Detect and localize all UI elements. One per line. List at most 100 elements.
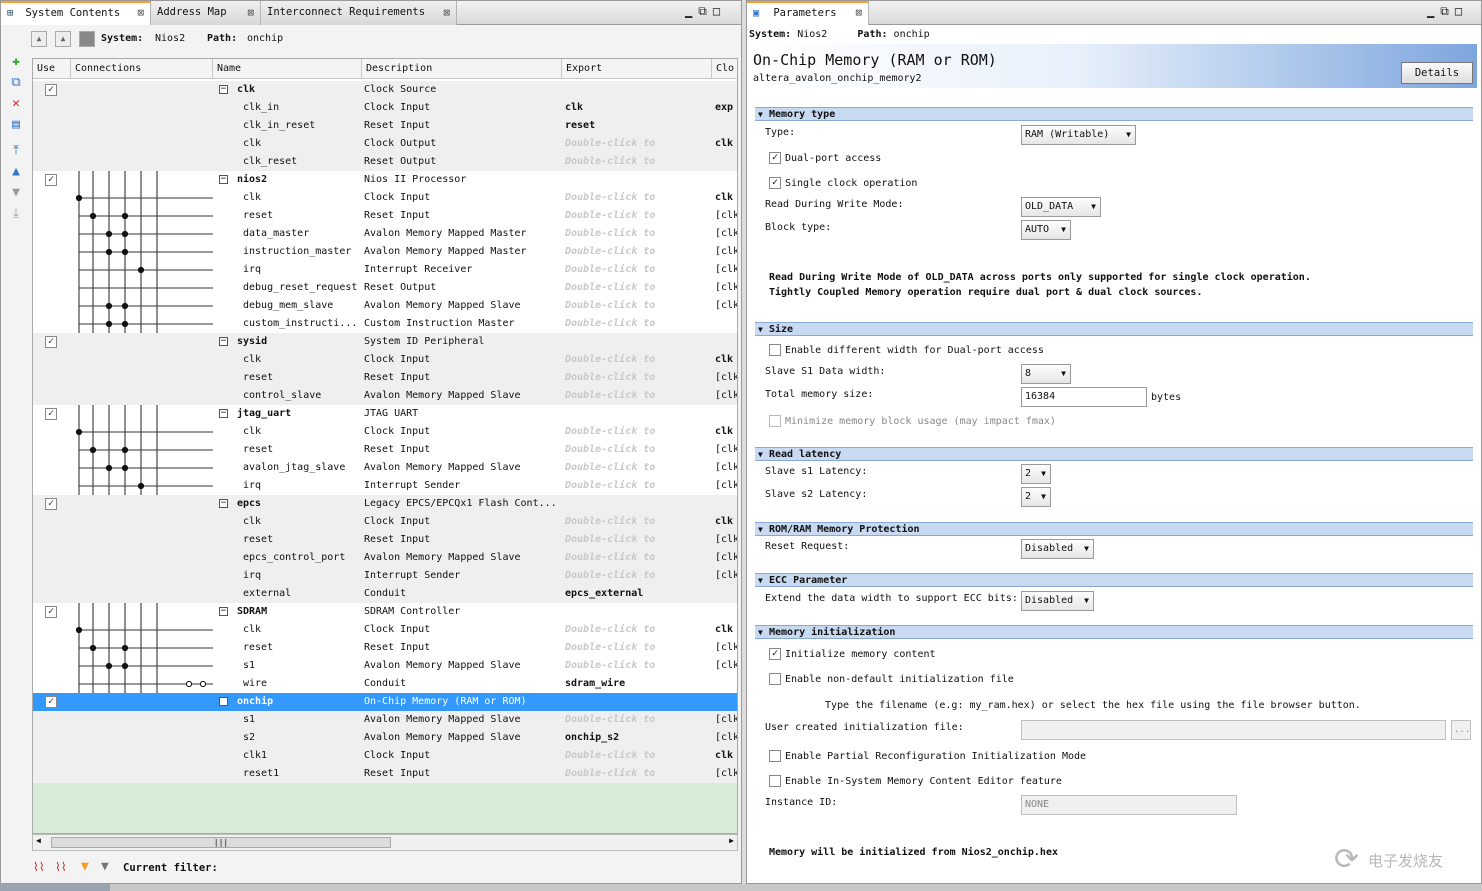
move-top-icon[interactable]: ⤒ [9,144,23,158]
restore-icon[interactable]: ⧉ [698,4,713,18]
cell-export[interactable]: Double-click to [565,765,711,783]
component-row[interactable]: ✓ − clk Clock Source [33,81,737,99]
port-row[interactable]: wire Conduit sdram_wire [33,675,737,693]
cell-export[interactable]: Double-click to [565,135,711,153]
port-row[interactable]: irq Interrupt Sender Double-click to [clk [33,477,737,495]
cell-export[interactable] [565,693,711,711]
cell-export[interactable]: Double-click to [565,711,711,729]
s2-latency-select[interactable]: 2 ▼ [1021,487,1051,507]
use-checkbox[interactable]: ✓ [45,84,57,96]
cell-export[interactable]: Double-click to [565,657,711,675]
col-description[interactable]: Description [362,59,562,79]
scroll-right-icon[interactable]: ▶ [729,836,734,845]
single-clock-checkbox[interactable]: ✓ [769,177,781,189]
edit-icon[interactable]: ▤ [9,118,23,132]
col-connections[interactable]: Connections [71,59,213,79]
port-row[interactable]: reset Reset Input Double-click to [clk [33,369,737,387]
port-row[interactable]: data_master Avalon Memory Mapped Master Do… [33,225,737,243]
cell-export[interactable] [565,405,711,423]
col-use[interactable]: Use [33,59,71,79]
minimize-checkbox[interactable] [769,415,781,427]
cell-export[interactable]: Double-click to [565,459,711,477]
horizontal-scrollbar[interactable]: ◀ ||| ▶ [32,834,738,851]
cell-export[interactable]: Double-click to [565,639,711,657]
close-tab-icon[interactable]: ⊠ [443,1,450,24]
port-row[interactable]: epcs_control_port Avalon Memory Mapped Sl… [33,549,737,567]
move-up-icon[interactable]: ▲ [9,165,23,179]
diff-width-checkbox[interactable] [769,344,781,356]
s1-width-select[interactable]: 8 ▼ [1021,364,1071,384]
rdw-select[interactable]: OLD_DATA ▼ [1021,197,1101,217]
cell-export[interactable]: Double-click to [565,189,711,207]
port-row[interactable]: clk_in_reset Reset Input reset [33,117,737,135]
move-down-icon[interactable]: ▼ [9,186,23,200]
col-name[interactable]: Name [213,59,362,79]
cell-export[interactable]: Double-click to [565,621,711,639]
user-file-input[interactable] [1021,720,1446,740]
cell-export[interactable]: Double-click to [565,369,711,387]
use-checkbox[interactable]: ✓ [45,498,57,510]
port-row[interactable]: clk Clock Input Double-click to clk [33,423,737,441]
cell-export[interactable]: Double-click to [565,531,711,549]
tab-interconnect-requirements[interactable]: Interconnect Requirements ⊠ [261,1,457,25]
use-checkbox[interactable]: ✓ [45,336,57,348]
port-row[interactable]: s2 Avalon Memory Mapped Slave onchip_s2 [cl… [33,729,737,747]
cell-export[interactable]: Double-click to [565,441,711,459]
tab-system-contents[interactable]: ⊞ System Contents ⊠ [1,1,151,25]
close-tab-icon[interactable]: ⊠ [855,3,862,23]
port-row[interactable]: s1 Avalon Memory Mapped Slave Double-click… [33,657,737,675]
cell-export[interactable]: sdram_wire [565,675,711,693]
cell-export[interactable]: Double-click to [565,567,711,585]
close-tab-icon[interactable]: ⊠ [247,1,254,24]
cell-export[interactable]: Double-click to [565,423,711,441]
duplicate-icon[interactable]: ⧉ [9,76,23,90]
scroll-left-icon[interactable]: ◀ [36,836,41,845]
port-row[interactable]: s1 Avalon Memory Mapped Slave Double-click… [33,711,737,729]
component-row[interactable]: ✓ − nios2 Nios II Processor [33,171,737,189]
cell-export[interactable]: Double-click to [565,225,711,243]
type-select[interactable]: RAM (Writable) ▼ [1021,125,1136,145]
component-row[interactable]: ✓ − sysid System ID Peripheral [33,333,737,351]
cell-export[interactable]: Double-click to [565,279,711,297]
reset-filter-icon[interactable]: ⌇⌇ [55,860,67,874]
port-row[interactable]: irq Interrupt Sender Double-click to [clk [33,567,737,585]
close-tab-icon[interactable]: ⊠ [137,3,144,23]
cell-export[interactable]: clk [565,99,711,117]
section-read-latency[interactable]: ▼ Read latency [755,447,1473,461]
cell-export[interactable]: Double-click to [565,315,711,333]
ecc-select[interactable]: Disabled ▼ [1021,591,1094,611]
non-default-checkbox[interactable] [769,673,781,685]
cell-export[interactable]: epcs_external [565,585,711,603]
component-row[interactable]: ✓ − SDRAM SDRAM Controller [33,603,737,621]
cell-export[interactable]: Double-click to [565,513,711,531]
port-row[interactable]: clk Clock Input Double-click to clk [33,621,737,639]
cell-export[interactable] [565,603,711,621]
port-row[interactable]: irq Interrupt Receiver Double-click to [clk [33,261,737,279]
cell-export[interactable]: Double-click to [565,297,711,315]
port-row[interactable]: avalon_jtag_slave Avalon Memory Mapped Sl… [33,459,737,477]
port-row[interactable]: reset1 Reset Input Double-click to [clk [33,765,737,783]
cell-export[interactable] [565,333,711,351]
clock-filter-icon[interactable]: ⌇⌇ [33,860,45,874]
port-row[interactable]: custom_instructi... Custom Instruction Ma… [33,315,737,333]
col-clock[interactable]: Clo [712,59,737,79]
cell-export[interactable]: Double-click to [565,747,711,765]
section-ecc[interactable]: ▼ ECC Parameter [755,573,1473,587]
port-row[interactable]: debug_reset_request Reset Output Double-cl… [33,279,737,297]
port-row[interactable]: reset Reset Input Double-click to [clk [33,639,737,657]
remove-icon[interactable]: ✕ [9,97,23,111]
reset-request-select[interactable]: Disabled ▼ [1021,539,1094,559]
component-row[interactable]: ✓ − onchip On-Chip Memory (RAM or ROM) [33,693,737,711]
tab-address-map[interactable]: Address Map ⊠ [151,1,261,25]
details-button[interactable]: Details [1401,62,1473,84]
cell-export[interactable] [565,81,711,99]
cell-export[interactable]: Double-click to [565,261,711,279]
component-row[interactable]: ✓ − jtag_uart JTAG UART [33,405,737,423]
add-icon[interactable]: ✚ [9,55,23,69]
cell-export[interactable]: reset [565,117,711,135]
port-row[interactable]: clk Clock Input Double-click to clk [33,189,737,207]
move-bottom-icon[interactable]: ⤓ [9,207,23,221]
cell-export[interactable] [565,171,711,189]
use-checkbox[interactable]: ✓ [45,606,57,618]
port-row[interactable]: clk_in Clock Input clk exp [33,99,737,117]
